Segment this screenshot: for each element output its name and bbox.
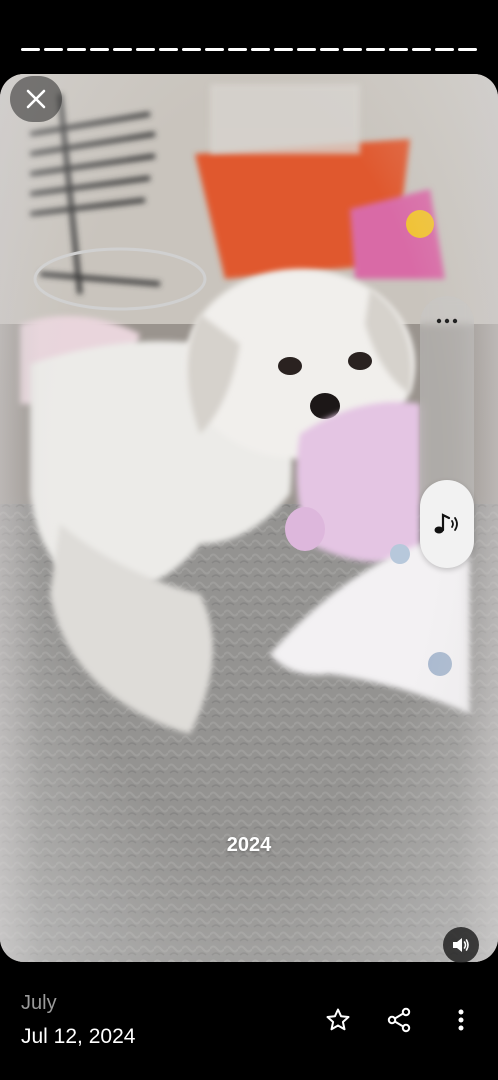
favorite-button[interactable] [318, 1000, 358, 1040]
more-horizontal-icon [436, 318, 458, 324]
share-button[interactable] [379, 1000, 419, 1040]
story-progress-segment [435, 48, 454, 51]
story-progress-segment [159, 48, 178, 51]
story-progress-segment [366, 48, 385, 51]
action-bar [0, 1000, 498, 1040]
story-progress-segment [228, 48, 247, 51]
story-progress-segment [182, 48, 201, 51]
story-progress-bar [21, 48, 477, 51]
close-icon [26, 89, 46, 109]
more-menu-button[interactable] [441, 1000, 481, 1040]
story-progress-segment [90, 48, 109, 51]
star-outline-icon [326, 1008, 350, 1031]
more-options-button[interactable] [420, 306, 474, 336]
more-vertical-icon [458, 1009, 464, 1031]
music-note-icon [434, 513, 458, 534]
photo-year-label: 2024 [226, 834, 272, 856]
sound-toggle-button[interactable] [443, 927, 479, 963]
story-progress-segment [67, 48, 86, 51]
story-progress-segment [458, 48, 477, 51]
story-progress-segment [44, 48, 63, 51]
story-progress-segment [389, 48, 408, 51]
story-progress-segment [136, 48, 155, 51]
music-button[interactable] [420, 480, 474, 568]
story-progress-segment [343, 48, 362, 51]
story-progress-segment [320, 48, 339, 51]
story-progress-segment [274, 48, 293, 51]
story-progress-segment [113, 48, 132, 51]
share-icon [387, 1007, 411, 1033]
side-controls [420, 296, 474, 568]
volume-icon [453, 938, 469, 952]
story-progress-segment [205, 48, 224, 51]
close-button[interactable] [10, 76, 62, 122]
story-progress-segment [251, 48, 270, 51]
story-progress-segment [21, 48, 40, 51]
story-progress-segment [297, 48, 316, 51]
story-progress-segment [412, 48, 431, 51]
